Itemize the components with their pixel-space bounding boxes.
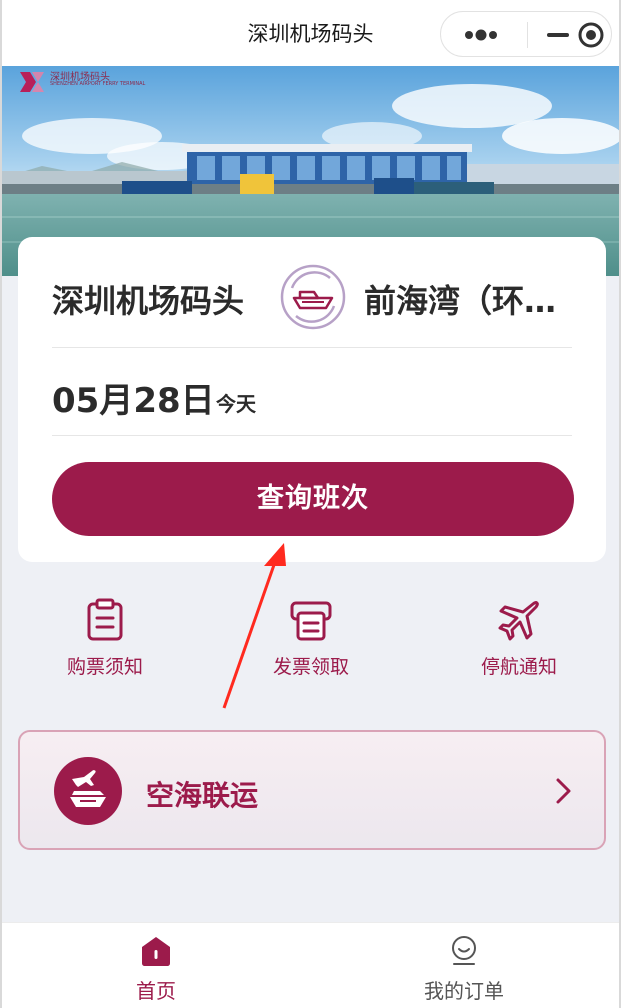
clipboard-icon	[87, 598, 123, 641]
departure-date[interactable]: 05月28日	[52, 373, 215, 422]
title-bar: 深圳机场码头	[2, 0, 619, 66]
quick-action-invoice[interactable]: 发票领取	[246, 598, 376, 688]
search-card: 深圳机场码头 前海湾（环… 05月28日 今天 查询班次	[18, 237, 606, 562]
minimize-icon[interactable]	[547, 33, 569, 37]
quick-action-label: 发票领取	[272, 656, 349, 678]
brand-name-en: SHENZHEN AIRPORT FERRY TERMINAL	[50, 81, 146, 87]
mini-program-capsule	[440, 11, 612, 57]
quick-action-label: 停航通知	[480, 656, 557, 678]
brand-mark-icon	[20, 72, 44, 92]
tab-label: 首页	[136, 979, 176, 1003]
air-sea-label: 空海联运	[146, 779, 259, 812]
query-schedule-button[interactable]: 查询班次	[52, 462, 574, 536]
divider	[52, 435, 572, 436]
chevron-right-icon	[556, 778, 571, 804]
quick-action-suspension-notice[interactable]: 停航通知	[454, 598, 584, 688]
tab-label: 我的订单	[424, 979, 504, 1003]
departure-port[interactable]: 深圳机场码头	[52, 276, 244, 322]
bottom-tab-bar: 首页 我的订单	[2, 922, 619, 1008]
plane-ship-icon	[54, 757, 122, 825]
phone-screen: 深圳机场码头 深圳机场码头 SHENZHEN AIRPORT FERRY TER…	[2, 0, 619, 1008]
home-icon	[142, 937, 170, 966]
date-hint: 今天	[216, 392, 256, 416]
capsule-divider	[527, 22, 528, 48]
printer-icon	[290, 601, 332, 641]
tab-home[interactable]: 首页	[2, 923, 310, 1008]
air-sea-transport-card[interactable]: 空海联运	[18, 730, 606, 850]
close-target-icon[interactable]	[578, 22, 604, 48]
tab-my-orders[interactable]: 我的订单	[310, 923, 618, 1008]
more-menu-icon[interactable]	[459, 26, 509, 44]
quick-action-label: 购票须知	[66, 656, 143, 678]
user-icon	[452, 936, 476, 965]
ferry-swap-icon[interactable]	[280, 264, 346, 330]
quick-action-purchase-notice[interactable]: 购票须知	[40, 598, 170, 688]
divider	[52, 347, 572, 348]
airplane-icon	[498, 601, 539, 641]
capsule-actions	[545, 20, 605, 50]
brand-logo: 深圳机场码头 SHENZHEN AIRPORT FERRY TERMINAL	[18, 68, 146, 100]
arrival-port[interactable]: 前海湾（环…	[364, 276, 580, 322]
